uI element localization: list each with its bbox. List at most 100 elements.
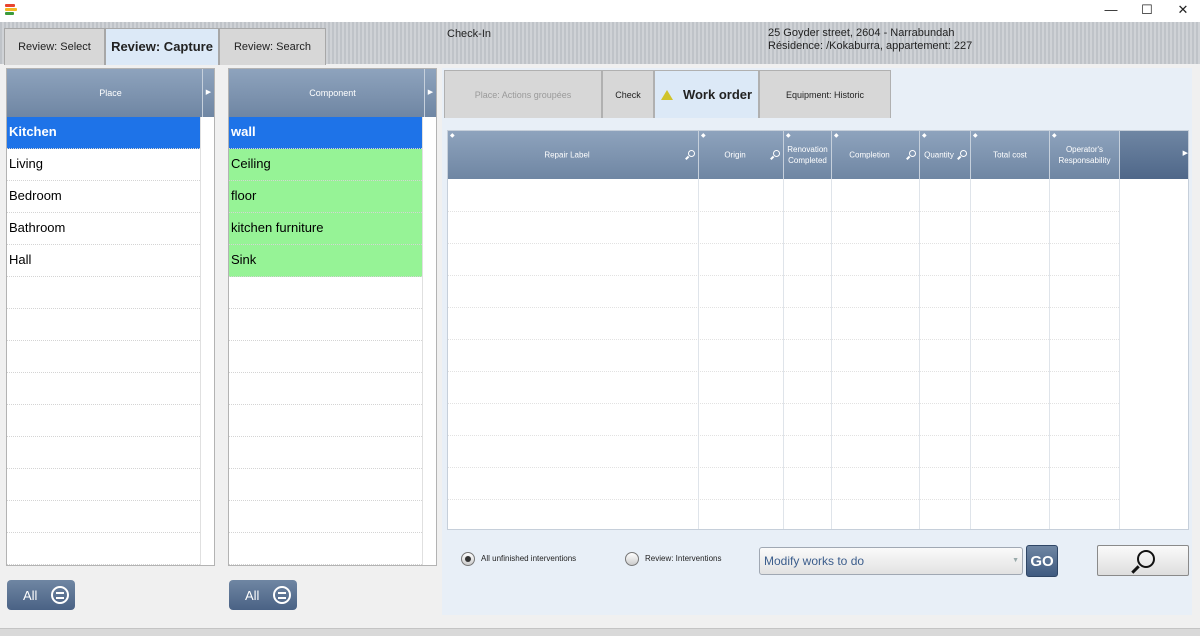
search-icon-handle	[1131, 565, 1140, 574]
empty-row	[229, 309, 422, 341]
sort-icon[interactable]: ◆	[1052, 132, 1057, 139]
table-row[interactable]	[448, 371, 1119, 372]
place-item-bedroom[interactable]: Bedroom	[7, 181, 200, 213]
component-panel: Component ▶ wall Ceiling floor kitchen f…	[228, 68, 437, 566]
empty-row	[229, 277, 422, 309]
column-header-operator-responsability[interactable]: ◆ Operator's Responsability	[1050, 131, 1120, 179]
component-item-ceiling[interactable]: Ceiling	[229, 149, 422, 181]
search-icon[interactable]	[773, 150, 780, 157]
empty-row	[7, 501, 200, 533]
works-select[interactable]: Modify works to do ▼	[759, 547, 1023, 575]
tab-work-order[interactable]: Work order	[654, 70, 759, 118]
module-title: Check-In	[447, 28, 492, 40]
empty-row	[229, 501, 422, 533]
place-header[interactable]: Place ▶	[7, 69, 214, 117]
sort-icon[interactable]: ◆	[450, 132, 455, 139]
status-bar	[0, 628, 1200, 636]
empty-row	[7, 373, 200, 405]
place-scrollbar[interactable]	[200, 117, 214, 565]
review-interventions-radio[interactable]	[625, 552, 639, 566]
sort-icon[interactable]: ◆	[786, 132, 791, 139]
table-row[interactable]	[448, 275, 1119, 276]
equals-circle-icon	[273, 586, 291, 604]
table-row[interactable]	[448, 243, 1119, 244]
tab-equipment-historic[interactable]: Equipment: Historic	[759, 70, 891, 118]
work-order-area: Place: Actions groupées Check Work order…	[442, 68, 1192, 615]
component-item-wall[interactable]: wall	[229, 117, 422, 149]
column-header-total-cost[interactable]: ◆ Total cost	[971, 131, 1050, 179]
tab-review-select[interactable]: Review: Select	[4, 28, 105, 65]
empty-row	[7, 469, 200, 501]
search-icon[interactable]	[960, 150, 967, 157]
column-header-repair-label[interactable]: ◆ Repair Label	[448, 131, 699, 179]
chevron-down-icon[interactable]: ▼	[1012, 548, 1019, 574]
component-item-kitchen-furniture[interactable]: kitchen furniture	[229, 213, 422, 245]
warning-icon	[660, 90, 673, 100]
header-bar: Review: Select Review: Capture Review: S…	[0, 22, 1200, 65]
table-row[interactable]	[448, 403, 1119, 404]
place-item-hall[interactable]: Hall	[7, 245, 200, 277]
address-line-1: 25 Goyder street, 2604 - Narrabundah	[768, 27, 955, 39]
component-scrollbar[interactable]	[422, 117, 436, 565]
component-item-sink[interactable]: Sink	[229, 245, 422, 277]
column-header-quantity[interactable]: ◆ Quantity	[920, 131, 971, 179]
grid-column	[832, 179, 920, 529]
column-header-origin[interactable]: ◆ Origin	[699, 131, 784, 179]
table-row[interactable]	[448, 467, 1119, 468]
grid-column	[699, 179, 784, 529]
place-item-kitchen[interactable]: Kitchen	[7, 117, 200, 149]
scroll-right-icon[interactable]: ▶	[1183, 149, 1188, 157]
empty-row	[7, 533, 200, 565]
column-header-renovation-completed[interactable]: ◆ Renovation Completed	[784, 131, 832, 179]
empty-row	[7, 277, 200, 309]
tab-review-search[interactable]: Review: Search	[219, 28, 326, 65]
sort-icon[interactable]: ◆	[973, 132, 978, 139]
place-item-living[interactable]: Living	[7, 149, 200, 181]
expand-arrow-icon[interactable]: ▶	[424, 69, 436, 117]
app-logo-icon	[5, 4, 19, 18]
equals-circle-icon	[51, 586, 69, 604]
column-scroll-header[interactable]: ▶	[1120, 131, 1188, 179]
maximize-button[interactable]: ☐	[1129, 0, 1165, 22]
sort-icon[interactable]: ◆	[922, 132, 927, 139]
place-item-bathroom[interactable]: Bathroom	[7, 213, 200, 245]
minimize-button[interactable]: —	[1093, 0, 1129, 22]
all-unfinished-label: All unfinished interventions	[481, 554, 577, 563]
address-line-2: Résidence: /Kokaburra, appartement: 227	[768, 40, 973, 52]
column-header-completion[interactable]: ◆ Completion	[832, 131, 920, 179]
component-header[interactable]: Component ▶	[229, 69, 436, 117]
search-icon[interactable]	[688, 150, 695, 157]
table-row[interactable]	[448, 499, 1119, 500]
expand-arrow-icon[interactable]: ▶	[202, 69, 214, 117]
tab-work-order-label: Work order	[682, 87, 753, 102]
tab-check[interactable]: Check	[602, 70, 654, 118]
place-all-button[interactable]: All	[7, 580, 75, 610]
place-header-label: Place	[99, 88, 122, 98]
table-row[interactable]	[448, 339, 1119, 340]
search-icon	[1137, 550, 1155, 568]
place-panel: Place ▶ Kitchen Living Bedroom Bathroom …	[6, 68, 215, 566]
empty-row	[7, 341, 200, 373]
table-row[interactable]	[448, 307, 1119, 308]
tab-review-capture[interactable]: Review: Capture	[105, 28, 219, 65]
go-button[interactable]: GO	[1026, 545, 1058, 577]
component-all-button[interactable]: All	[229, 580, 297, 610]
tab-place-actions[interactable]: Place: Actions groupées	[444, 70, 602, 118]
empty-row	[229, 469, 422, 501]
grid-column	[784, 179, 832, 529]
table-row[interactable]	[448, 211, 1119, 212]
table-row[interactable]	[448, 435, 1119, 436]
close-button[interactable]: ✕	[1165, 0, 1200, 22]
grid-column	[920, 179, 971, 529]
search-button[interactable]	[1097, 545, 1189, 576]
all-unfinished-radio[interactable]	[461, 552, 475, 566]
empty-row	[229, 373, 422, 405]
work-order-grid: ◆ Repair Label ◆ Origin ◆ Renovation Com…	[447, 130, 1189, 530]
component-item-floor[interactable]: floor	[229, 181, 422, 213]
sort-icon[interactable]: ◆	[701, 132, 706, 139]
empty-row	[229, 341, 422, 373]
search-icon[interactable]	[909, 150, 916, 157]
empty-row	[7, 405, 200, 437]
grid-column	[1050, 179, 1120, 529]
sort-icon[interactable]: ◆	[834, 132, 839, 139]
